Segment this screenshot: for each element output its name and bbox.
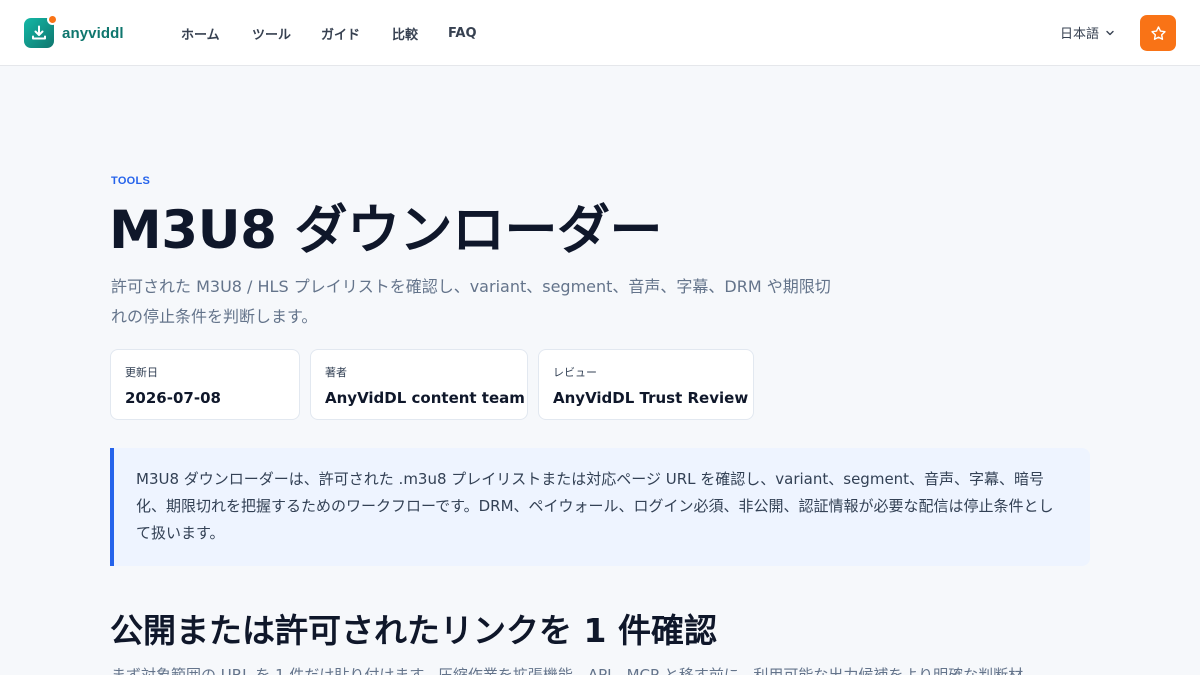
- summary-callout: M3U8 ダウンローダーは、許可された .m3u8 プレイリストまたは対応ページ…: [110, 448, 1090, 566]
- nav-item-tools[interactable]: ツール: [252, 24, 291, 43]
- section-eyebrow: TOOLS: [111, 175, 151, 187]
- download-icon: [24, 14, 58, 48]
- logo-badge: [47, 14, 58, 25]
- callout-text: M3U8 ダウンローダーは、許可された .m3u8 プレイリストまたは対応ページ…: [136, 470, 1054, 542]
- page-lead: 許可された M3U8 / HLS プレイリストを確認し、variant、segm…: [111, 277, 831, 326]
- favorite-button[interactable]: [1140, 15, 1176, 51]
- nav-item-compare[interactable]: 比較: [392, 24, 418, 43]
- site-header: anyviddl ホーム ツール ガイド 比較 FAQ 日本語: [0, 0, 1200, 66]
- meta-card-author: 著者 AnyVidDL content team: [310, 349, 528, 420]
- section-heading: 公開または許可されたリンクを 1 件確認: [110, 611, 717, 650]
- nav-item-faq[interactable]: FAQ: [448, 26, 477, 41]
- meta-label: 著者: [325, 366, 347, 379]
- nav-item-home[interactable]: ホーム: [181, 24, 220, 43]
- meta-value: AnyVidDL content team: [325, 389, 525, 407]
- brand-logo[interactable]: anyviddl: [24, 14, 124, 49]
- brand-name: anyviddl: [62, 24, 124, 42]
- meta-label: 更新日: [125, 366, 158, 379]
- star-icon: [1150, 25, 1166, 40]
- language-label: 日本語: [1060, 27, 1100, 42]
- chevron-down-icon: [1106, 30, 1114, 35]
- page-title: M3U8 ダウンローダー: [109, 200, 662, 261]
- section-body: まず対象範囲の URL を 1 件だけ貼り付けます。圧縮作業を拡張機能、API、…: [111, 666, 1024, 675]
- language-selector[interactable]: 日本語: [1060, 23, 1115, 42]
- meta-label: レビュー: [553, 366, 597, 379]
- meta-card-updated: 更新日 2026-07-08: [110, 349, 300, 420]
- meta-value: AnyVidDL Trust Review: [553, 389, 749, 407]
- nav-item-guides[interactable]: ガイド: [321, 24, 360, 43]
- meta-value: 2026-07-08: [125, 389, 221, 407]
- meta-card-review: レビュー AnyVidDL Trust Review: [538, 349, 754, 420]
